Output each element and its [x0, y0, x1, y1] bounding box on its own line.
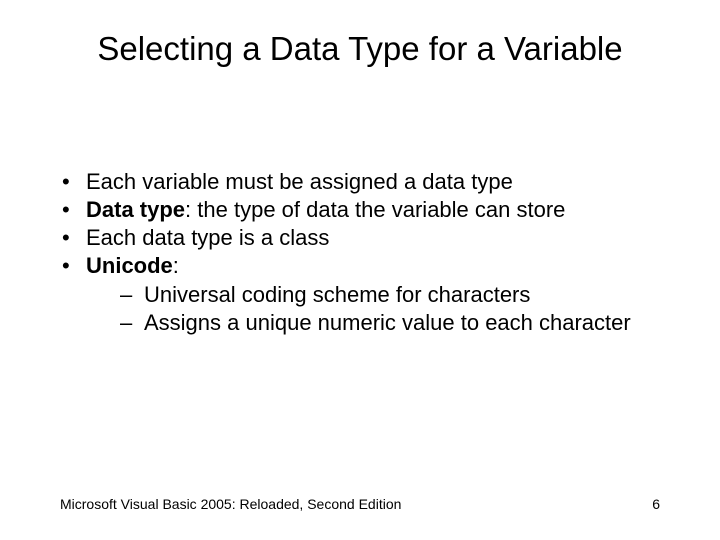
sub-bullet-list: Universal coding scheme for characters A…	[86, 281, 660, 337]
bullet-text: : the type of data the variable can stor…	[185, 197, 565, 222]
bullet-text: :	[173, 253, 179, 278]
sub-bullet-text: Assigns a unique numeric value to each c…	[144, 310, 631, 335]
bullet-item: Unicode: Universal coding scheme for cha…	[60, 252, 660, 336]
bullet-list: Each variable must be assigned a data ty…	[60, 168, 660, 337]
bullet-item: Each data type is a class	[60, 224, 660, 252]
sub-bullet-text: Universal coding scheme for characters	[144, 282, 530, 307]
bullet-bold: Unicode	[86, 253, 173, 278]
footer-text: Microsoft Visual Basic 2005: Reloaded, S…	[60, 496, 401, 512]
bullet-text: Each data type is a class	[86, 225, 329, 250]
sub-bullet-item: Assigns a unique numeric value to each c…	[120, 309, 660, 337]
bullet-item: Each variable must be assigned a data ty…	[60, 168, 660, 196]
slide: Selecting a Data Type for a Variable Eac…	[0, 0, 720, 540]
bullet-text: Each variable must be assigned a data ty…	[86, 169, 513, 194]
slide-body: Each variable must be assigned a data ty…	[60, 168, 660, 337]
sub-bullet-item: Universal coding scheme for characters	[120, 281, 660, 309]
page-number: 6	[652, 496, 660, 512]
slide-title: Selecting a Data Type for a Variable	[0, 30, 720, 68]
bullet-bold: Data type	[86, 197, 185, 222]
bullet-item: Data type: the type of data the variable…	[60, 196, 660, 224]
